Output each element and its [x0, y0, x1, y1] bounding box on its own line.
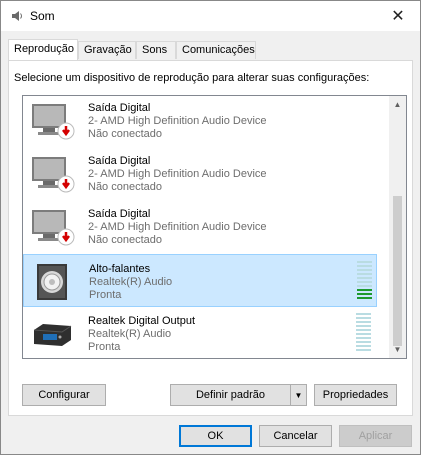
instruction-text: Selecione um dispositivo de reprodução p… [14, 72, 370, 84]
device-status: Não conectado [88, 128, 162, 140]
meter-segment [357, 273, 372, 275]
device-item-alto-falantes[interactable]: Alto-falantes Realtek(R) Audio Pronta [23, 254, 377, 307]
meter-segment [356, 317, 371, 319]
apply-button[interactable]: Aplicar [339, 425, 412, 447]
volume-level-meter [357, 261, 372, 301]
tab-comunicacoes[interactable]: Comunicações [176, 41, 256, 59]
meter-segment [356, 337, 371, 339]
device-status: Não conectado [88, 234, 162, 246]
tab-gravacao[interactable]: Gravação [78, 41, 136, 59]
device-list-scrollbar[interactable]: ▲ ▼ [389, 96, 406, 358]
device-item-realtek-digital-output[interactable]: Realtek Digital Output Realtek(R) Audio … [23, 307, 377, 358]
chevron-down-icon[interactable]: ▼ [290, 385, 306, 405]
title-bar: Som ✕ [1, 1, 420, 31]
ok-button-label: OK [207, 430, 224, 442]
device-driver: Realtek(R) Audio [88, 328, 172, 340]
meter-segment [356, 345, 371, 347]
meter-segment [357, 265, 372, 267]
device-name: Saída Digital [88, 102, 151, 114]
apply-button-label: Aplicar [358, 430, 393, 442]
device-name: Saída Digital [88, 155, 151, 167]
device-list[interactable]: Saída Digital 2- AMD High Definition Aud… [22, 95, 407, 359]
meter-segment [356, 341, 371, 343]
device-name: Realtek Digital Output [88, 315, 195, 327]
ok-button[interactable]: OK [179, 425, 252, 447]
monitor-disconnected-icon [32, 157, 75, 193]
device-status: Não conectado [88, 181, 162, 193]
meter-segment [356, 329, 371, 331]
configure-button[interactable]: Configurar [22, 384, 106, 406]
device-driver: 2- AMD High Definition Audio Device [88, 168, 267, 180]
speaker-icon [37, 264, 67, 300]
device-name: Saída Digital [88, 208, 151, 220]
meter-segment [356, 325, 371, 327]
digital-output-icon [33, 324, 72, 346]
properties-button[interactable]: Propriedades [314, 384, 397, 406]
meter-segment [356, 349, 371, 351]
scroll-down-icon[interactable]: ▼ [389, 341, 406, 358]
meter-segment [356, 333, 371, 335]
cancel-button[interactable]: Cancelar [259, 425, 332, 447]
meter-segment [357, 289, 372, 291]
tab-label: Comunicações [182, 44, 255, 56]
device-status: Pronta [88, 341, 121, 353]
device-driver: 2- AMD High Definition Audio Device [88, 221, 267, 233]
device-item-saida-digital-2[interactable]: Saída Digital 2- AMD High Definition Aud… [23, 147, 377, 200]
meter-segment [357, 261, 372, 263]
close-button[interactable]: ✕ [376, 1, 420, 31]
tab-label: Gravação [84, 44, 132, 56]
playback-panel: Selecione um dispositivo de reprodução p… [8, 60, 413, 416]
meter-segment [357, 281, 372, 283]
meter-segment [356, 313, 371, 315]
tab-label: Reprodução [14, 43, 74, 55]
device-driver: 2- AMD High Definition Audio Device [88, 115, 267, 127]
volume-level-meter [356, 313, 371, 353]
sound-dialog: Som ✕ Reprodução Gravação Sons Comunicaç… [0, 0, 421, 455]
meter-segment [357, 297, 372, 299]
set-default-button-label: Definir padrão [195, 389, 266, 401]
tab-label: Sons [142, 44, 168, 56]
scroll-up-icon[interactable]: ▲ [389, 96, 406, 113]
device-name: Alto-falantes [89, 263, 151, 275]
monitor-disconnected-icon [32, 104, 75, 140]
scrollbar-thumb[interactable] [393, 196, 402, 346]
speaker-app-icon [12, 11, 22, 21]
meter-segment [357, 285, 372, 287]
device-item-saida-digital-3[interactable]: Saída Digital 2- AMD High Definition Aud… [23, 200, 377, 253]
meter-segment [356, 321, 371, 323]
monitor-disconnected-icon [32, 210, 75, 246]
meter-segment [357, 293, 372, 295]
meter-segment [357, 277, 372, 279]
meter-segment [357, 269, 372, 271]
configure-button-label: Configurar [38, 389, 90, 401]
tab-sons[interactable]: Sons [136, 41, 176, 59]
window-title: Som [30, 9, 55, 23]
set-default-button[interactable]: Definir padrão ▼ [170, 384, 307, 406]
cancel-button-label: Cancelar [273, 430, 318, 442]
device-driver: Realtek(R) Audio [89, 276, 173, 288]
device-status: Pronta [89, 289, 122, 301]
device-item-saida-digital-1[interactable]: Saída Digital 2- AMD High Definition Aud… [23, 96, 377, 147]
properties-button-label: Propriedades [322, 389, 389, 401]
close-icon: ✕ [391, 8, 405, 25]
tab-reproducao[interactable]: Reprodução [8, 39, 78, 60]
